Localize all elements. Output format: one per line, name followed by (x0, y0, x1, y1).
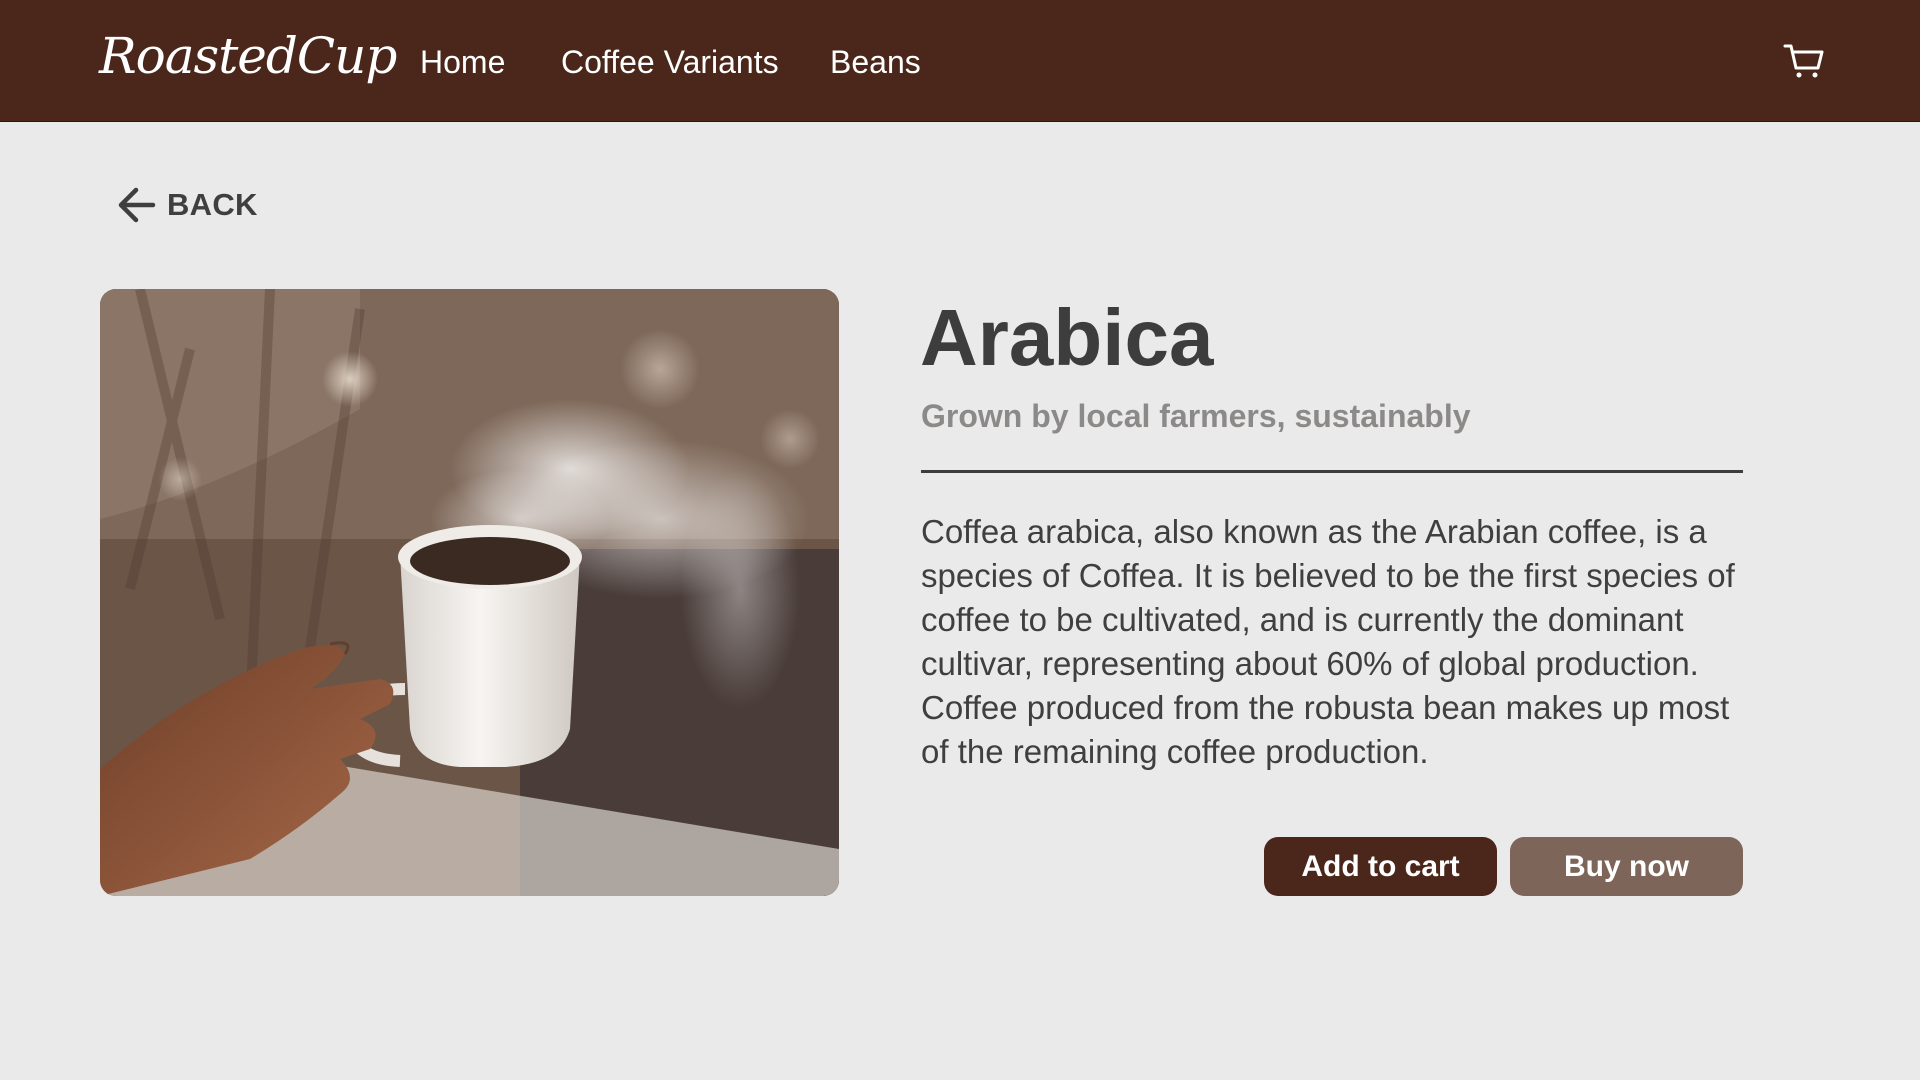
brand-logo[interactable]: RoastedCup (99, 26, 397, 86)
nav-link-beans[interactable]: Beans (830, 42, 921, 82)
back-label: BACK (167, 187, 258, 222)
arrow-left-icon (118, 187, 156, 223)
product-description: Coffea arabica, also known as the Arabia… (921, 513, 1735, 770)
top-navbar: RoastedCup Home Coffee Variants Beans (0, 0, 1920, 122)
shopping-cart-icon[interactable] (1783, 43, 1825, 79)
nav-link-home[interactable]: Home (420, 42, 505, 82)
nav-link-coffee-variants[interactable]: Coffee Variants (561, 42, 779, 82)
product-image (100, 289, 839, 896)
back-button[interactable]: BACK (116, 184, 258, 226)
product-title: Arabica (920, 293, 1214, 382)
product-tagline: Grown by local farmers, sustainably (921, 398, 1471, 434)
buy-now-button[interactable]: Buy now (1510, 837, 1743, 896)
add-to-cart-button[interactable]: Add to cart (1264, 837, 1497, 896)
divider (921, 470, 1743, 473)
